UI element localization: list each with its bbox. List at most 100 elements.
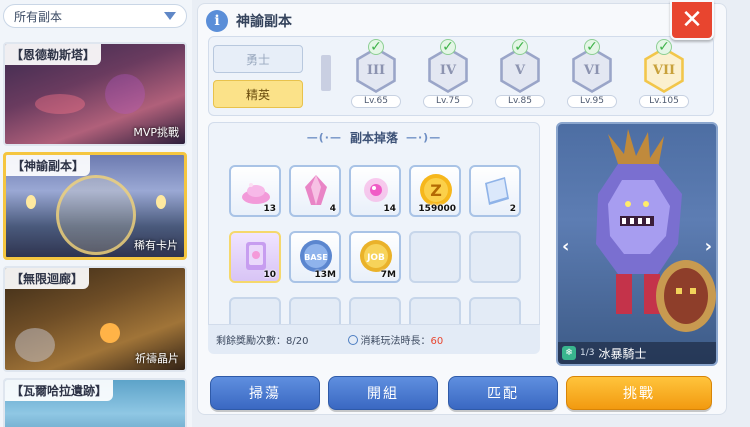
- element-icon: ❄: [562, 346, 576, 360]
- item-quantity: 7M: [380, 270, 396, 280]
- dungeon-sidebar: 所有副本 【恩德勒斯塔】 MVP挑戰 【神諭副本】 稀有卡片 【無限迴廊】 祈禱…: [0, 0, 192, 427]
- tier-level: Lv.105: [639, 95, 689, 108]
- dungeon-card-tag: 祈禱晶片: [135, 352, 179, 365]
- page-title: 神諭副本: [236, 14, 292, 30]
- check-icon: ✓: [584, 39, 600, 55]
- tier-badge-7[interactable]: VII ✓ Lv.105: [639, 39, 689, 108]
- tier-level: Lv.75: [423, 95, 473, 108]
- challenge-button[interactable]: 挑戰: [566, 376, 712, 410]
- tier-level: Lv.85: [495, 95, 545, 108]
- torch-glow: [100, 323, 120, 343]
- tier-badge-3[interactable]: III ✓ Lv.65: [351, 39, 401, 108]
- tier-numeral: VI: [574, 50, 610, 90]
- chevron-down-icon: [164, 12, 176, 20]
- scene-glow: [105, 74, 145, 114]
- drop-item-slot[interactable]: 14: [349, 165, 401, 217]
- tier-level: Lv.65: [351, 95, 401, 108]
- boss-name-bar: ❄ 1/3 冰暴騎士: [558, 342, 716, 364]
- drop-item-slot[interactable]: 2: [469, 165, 521, 217]
- dungeon-card-title: 【無限迴廊】: [5, 268, 90, 289]
- coin-label: JOB: [366, 253, 385, 263]
- dungeon-filter-dropdown[interactable]: 所有副本: [3, 4, 187, 28]
- open-team-button[interactable]: 開組: [328, 376, 438, 410]
- scene-glow: [35, 94, 85, 114]
- drop-list-title: 副本掉落: [349, 131, 398, 145]
- tier-badge-5[interactable]: V ✓ Lv.85: [495, 39, 545, 108]
- job-exp-icon: JOB: [360, 240, 392, 272]
- ornament-icon: —(·—: [306, 131, 342, 144]
- dungeon-card-tag: 稀有卡片: [134, 239, 178, 252]
- info-icon[interactable]: i: [206, 10, 228, 32]
- tier-badge-6[interactable]: VI ✓ Lv.95: [567, 39, 617, 108]
- prev-boss-arrow[interactable]: ‹: [562, 236, 569, 257]
- boss-portrait: [596, 129, 716, 332]
- lamp-glow: [156, 195, 166, 209]
- remaining-rewards-label: 剩餘獎勵次數：: [216, 336, 286, 347]
- drop-list: —(·— 副本掉落 —·)— 13 4 14 Z 159000 2 10 BAS…: [208, 122, 540, 352]
- dungeon-card-tag: MVP挑戰: [133, 126, 179, 139]
- item-quantity: 13M: [314, 270, 336, 280]
- time-cost-value: 60: [430, 336, 444, 347]
- time-cost-label: 消耗玩法時長：: [360, 336, 431, 347]
- tier-numeral: III: [358, 50, 394, 90]
- tier-numeral: VII: [646, 50, 682, 90]
- lamp-glow: [26, 195, 36, 209]
- remaining-rewards-value: 8/20: [286, 336, 309, 347]
- tier-hex-partial[interactable]: [321, 55, 331, 91]
- drop-list-header: —(·— 副本掉落 —·)—: [209, 129, 539, 146]
- item-quantity: 2: [509, 204, 516, 214]
- clock-icon: [348, 335, 359, 345]
- boss-page: 1/3: [580, 348, 595, 358]
- dungeon-card-valhalla-ruins[interactable]: 【瓦爾哈拉遺跡】: [3, 378, 187, 427]
- boss-name: 冰暴騎士: [598, 346, 647, 361]
- drop-item-slot[interactable]: 10: [229, 231, 281, 283]
- item-quantity: 4: [329, 204, 336, 214]
- pink-powder-icon: [242, 183, 270, 204]
- check-icon: ✓: [440, 39, 456, 55]
- drop-item-slot[interactable]: BASE 13M: [289, 231, 341, 283]
- drop-item-slot[interactable]: JOB 7M: [349, 231, 401, 283]
- dropdown-label: 所有副本: [14, 9, 63, 24]
- item-quantity: 14: [383, 204, 396, 214]
- dungeon-card-endless-tower[interactable]: 【恩德勒斯塔】 MVP挑戰: [3, 42, 187, 146]
- pink-crystal-icon: [305, 175, 327, 205]
- sweep-button[interactable]: 掃蕩: [210, 376, 320, 410]
- drop-item-slot[interactable]: 13: [229, 165, 281, 217]
- item-quantity: 13: [263, 204, 276, 214]
- item-quantity: 159000: [418, 204, 456, 214]
- mode-button-elite[interactable]: 精英: [213, 80, 303, 108]
- blue-book-icon: [485, 177, 509, 205]
- check-icon: ✓: [656, 39, 672, 55]
- ornament-icon: —·)—: [406, 131, 442, 144]
- coin-label: Z: [430, 181, 442, 200]
- check-icon: ✓: [512, 39, 528, 55]
- remaining-rewards: 剩餘獎勵次數：8/20: [216, 332, 308, 347]
- tier-numeral: V: [502, 50, 538, 90]
- drop-item-slot[interactable]: Z 159000: [409, 165, 461, 217]
- tier-numeral: IV: [430, 50, 466, 90]
- boss-preview: ‹ › ❄ 1/3 冰暴騎士: [556, 122, 718, 366]
- difficulty-selector: 勇士 精英 III ✓ Lv.65 IV ✓ Lv.75 V ✓ Lv.85 V…: [208, 36, 714, 116]
- close-icon[interactable]: ✕: [670, 0, 714, 40]
- empty-item-slot: [469, 231, 521, 283]
- dungeon-card-oracle[interactable]: 【神諭副本】 稀有卡片: [3, 152, 187, 260]
- dungeon-card-infinite-corridor[interactable]: 【無限迴廊】 祈禱晶片: [3, 266, 187, 372]
- item-quantity: 10: [263, 270, 276, 280]
- base-exp-icon: BASE: [300, 240, 332, 272]
- purple-card-icon: [246, 242, 266, 270]
- drop-item-slot[interactable]: 4: [289, 165, 341, 217]
- tier-badge-4[interactable]: IV ✓ Lv.75: [423, 39, 473, 108]
- coin-label: BASE: [304, 253, 328, 262]
- next-boss-arrow[interactable]: ›: [705, 236, 712, 257]
- pink-orb-icon: [364, 178, 388, 202]
- mode-button-warrior[interactable]: 勇士: [213, 45, 303, 73]
- dungeon-card-title: 【瓦爾哈拉遺跡】: [5, 380, 114, 401]
- dungeon-card-title: 【神諭副本】: [6, 155, 91, 176]
- scene-creature: [15, 328, 55, 362]
- panel-header: i 神諭副本: [206, 10, 292, 32]
- time-cost: 消耗玩法時長：60: [348, 332, 443, 347]
- empty-item-slot: [409, 231, 461, 283]
- dungeon-detail-panel: i 神諭副本 勇士 精英 III ✓ Lv.65 IV ✓ Lv.75 V ✓ …: [197, 3, 727, 415]
- zeny-coin-icon: Z: [420, 174, 452, 206]
- match-button[interactable]: 匹配: [448, 376, 558, 410]
